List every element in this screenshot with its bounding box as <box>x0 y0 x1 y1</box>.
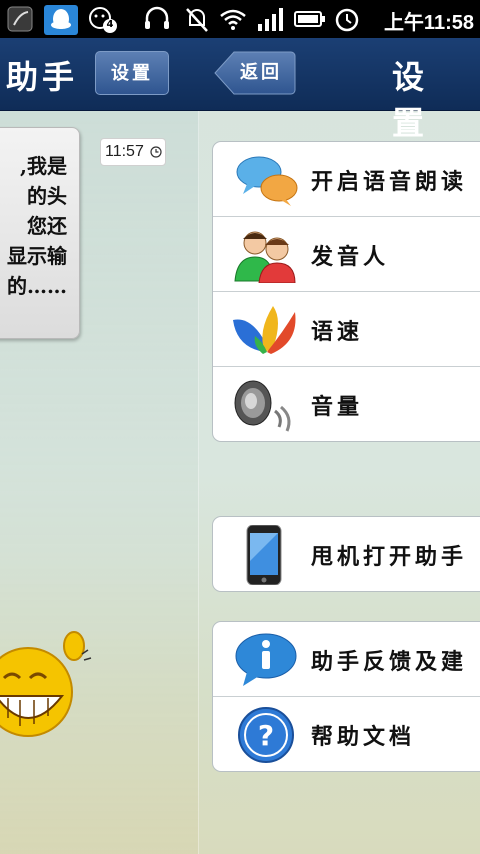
phone-icon <box>233 524 299 586</box>
settings-label: 开启语音朗读 <box>311 169 468 195</box>
settings-group-voice: 开启语音朗读 发音人 语速 音量 <box>212 141 480 442</box>
settings-label: 甩机打开助手 <box>311 544 468 570</box>
settings-row-feedback[interactable]: 助手反馈及建 <box>213 622 480 697</box>
back-button-label: 返回 <box>240 62 282 83</box>
speech-bubbles-icon <box>233 152 299 208</box>
settings-row-volume[interactable]: 音量 <box>213 367 480 441</box>
wechat-icon: 4 <box>88 5 120 33</box>
settings-row-help-docs[interactable]: ? 帮助文档 <box>213 697 480 771</box>
settings-button[interactable]: 设置 <box>95 51 169 95</box>
help-icon: ? <box>233 707 299 763</box>
settings-label: 发音人 <box>311 244 390 270</box>
timestamp-text: 11:57 <box>105 143 144 160</box>
settings-label: 帮助文档 <box>311 724 416 750</box>
headset-icon <box>142 5 172 33</box>
title-bar: 助手 设置 返回 设置 <box>0 38 480 142</box>
page-title: 设置 <box>392 58 443 142</box>
battery-icon <box>294 5 326 33</box>
svg-text:?: ? <box>258 719 274 752</box>
butterfly-icon <box>233 302 299 358</box>
wifi-icon <box>218 5 248 33</box>
settings-label: 语速 <box>311 319 364 345</box>
settings-label: 助手反馈及建 <box>311 649 468 675</box>
app-icon <box>6 5 36 33</box>
qq-icon <box>44 5 78 35</box>
settings-group-help: 助手反馈及建 ? 帮助文档 <box>212 621 480 772</box>
settings-row-voice-read[interactable]: 开启语音朗读 <box>213 142 480 217</box>
settings-group-shake: 甩机打开助手 <box>212 516 480 592</box>
status-time: 上午11:58 <box>383 12 474 34</box>
message-timestamp: 11:57 <box>100 138 166 166</box>
status-bar: 4 上午11:58 <box>0 0 480 38</box>
back-button[interactable]: 返回 <box>214 51 296 95</box>
info-icon <box>233 632 299 688</box>
assistant-title: 助手 <box>6 58 79 96</box>
message-line: 显示输 <box>7 244 67 268</box>
smiley-icon <box>0 620 100 754</box>
speaker-icon <box>233 377 299 433</box>
signal-icon <box>256 5 286 33</box>
settings-row-shake-open[interactable]: 甩机打开助手 <box>213 517 480 591</box>
settings-label: 音量 <box>311 394 364 420</box>
settings-row-speed[interactable]: 语速 <box>213 292 480 367</box>
notification-count: 4 <box>106 19 114 30</box>
alarm-icon <box>333 5 363 33</box>
people-icon <box>233 227 299 284</box>
message-line: ,我是 <box>20 154 67 178</box>
settings-row-speaker[interactable]: 发音人 <box>213 217 480 292</box>
clock-icon <box>150 146 162 158</box>
message-line: 的…… <box>7 274 67 298</box>
message-line: 的头 <box>27 184 67 208</box>
chat-bubble[interactable]: ,我是 的头 您还 显示输 的…… <box>0 127 80 339</box>
mute-icon <box>182 5 212 33</box>
message-line: 您还 <box>27 214 67 238</box>
